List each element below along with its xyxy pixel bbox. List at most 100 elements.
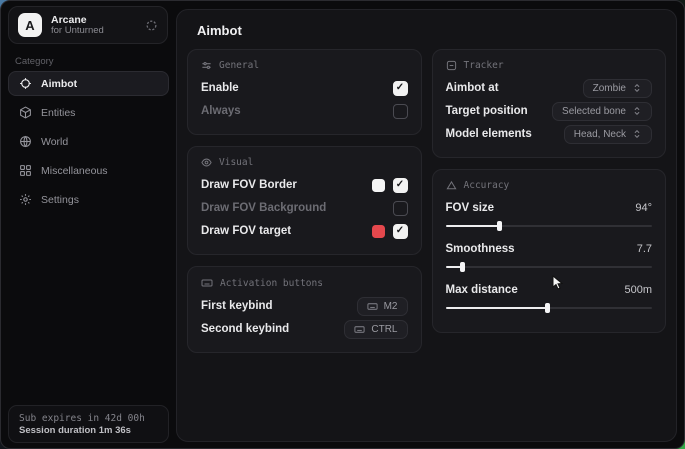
section-title: Activation buttons — [220, 278, 323, 289]
crosshair-icon — [19, 77, 32, 90]
setting-label: Enable — [201, 82, 239, 94]
setting-row-smoothness: Smoothness 7.7 — [446, 238, 653, 260]
smoothness-slider[interactable] — [446, 262, 653, 272]
setting-row-target-position: Target position Selected bone — [446, 100, 653, 122]
fov-target-checkbox[interactable] — [393, 224, 408, 239]
max-distance-value: 500m — [624, 284, 652, 296]
color-swatch-white[interactable] — [372, 179, 385, 192]
unfold-icon — [632, 106, 642, 116]
scan-icon — [446, 60, 457, 71]
first-keybind-button[interactable]: M2 — [357, 297, 408, 316]
model-elements-dropdown[interactable]: Head, Neck — [564, 125, 652, 144]
setting-row-fov-background: Draw FOV Background — [201, 197, 408, 219]
gear-icon — [19, 193, 32, 206]
sliders-icon — [201, 60, 212, 71]
dropdown-value: Head, Neck — [574, 129, 626, 140]
setting-row-second-keybind: Second keybind CTRL — [201, 318, 408, 340]
setting-row-always: Always — [201, 100, 408, 122]
setting-label: Draw FOV target — [201, 225, 291, 237]
sub-expiry-text: Sub expires in 42d 00h — [19, 413, 158, 424]
slider-fill — [446, 307, 547, 309]
fov-background-checkbox[interactable] — [393, 201, 408, 216]
setting-row-aimbot-at: Aimbot at Zombie — [446, 77, 653, 99]
dropdown-value: Zombie — [593, 83, 626, 94]
sidebar-nav: Aimbot Entities World Miscellaneous — [8, 71, 169, 212]
setting-label: Target position — [446, 105, 528, 117]
setting-label: Max distance — [446, 284, 518, 296]
sidebar-item-miscellaneous[interactable]: Miscellaneous — [8, 158, 169, 183]
smoothness-value: 7.7 — [637, 243, 652, 255]
app-title: Arcane — [51, 14, 136, 26]
slider-track — [446, 266, 653, 268]
setting-label: Aimbot at — [446, 82, 499, 94]
app-logo: A — [18, 13, 42, 37]
refresh-icon[interactable] — [145, 19, 158, 32]
sidebar-item-label: Aimbot — [41, 78, 77, 90]
slider-thumb[interactable] — [460, 262, 465, 272]
globe-icon — [19, 135, 32, 148]
setting-label: Model elements — [446, 128, 532, 140]
cube-icon — [19, 106, 32, 119]
dropdown-value: Selected bone — [562, 106, 626, 117]
sidebar-item-settings[interactable]: Settings — [8, 187, 169, 212]
keybind-value: M2 — [384, 301, 398, 312]
keyboard-icon — [201, 277, 213, 289]
setting-label: Smoothness — [446, 243, 515, 255]
category-label: Category — [15, 56, 54, 67]
setting-row-max-distance: Max distance 500m — [446, 279, 653, 301]
app-window: A Arcane for Unturned Category Aimbot — [0, 0, 685, 449]
tracker-card: Tracker Aimbot at Zombie Target position — [432, 49, 667, 158]
sidebar-item-label: World — [41, 136, 68, 148]
second-keybind-button[interactable]: CTRL — [344, 320, 407, 339]
main-panel: Aimbot General Enable Alw — [176, 9, 677, 442]
setting-row-fov-size: FOV size 94° — [446, 197, 653, 219]
unfold-icon — [632, 83, 642, 93]
eye-icon — [201, 157, 212, 168]
aimbot-at-dropdown[interactable]: Zombie — [583, 79, 652, 98]
general-card: General Enable Always — [187, 49, 422, 135]
fov-border-checkbox[interactable] — [393, 178, 408, 193]
grid-icon — [19, 164, 32, 177]
sidebar-item-label: Miscellaneous — [41, 165, 108, 177]
sidebar-item-label: Entities — [41, 107, 75, 119]
section-title: General — [219, 60, 259, 71]
visual-card: Visual Draw FOV Border Draw FOV Backgrou… — [187, 146, 422, 255]
sidebar-item-aimbot[interactable]: Aimbot — [8, 71, 169, 96]
color-swatch-red[interactable] — [372, 225, 385, 238]
section-title: Tracker — [464, 60, 504, 71]
unfold-icon — [632, 129, 642, 139]
max-distance-slider[interactable] — [446, 303, 653, 313]
sidebar-item-label: Settings — [41, 194, 79, 206]
session-duration-text: Session duration 1m 36s — [19, 425, 158, 436]
app-subtitle: for Unturned — [51, 26, 136, 37]
always-checkbox[interactable] — [393, 104, 408, 119]
setting-row-fov-target: Draw FOV target — [201, 220, 408, 242]
keyboard-icon — [354, 324, 365, 335]
target-position-dropdown[interactable]: Selected bone — [552, 102, 652, 121]
sidebar-item-world[interactable]: World — [8, 129, 169, 154]
sidebar: A Arcane for Unturned Category Aimbot — [1, 1, 176, 448]
setting-row-enable: Enable — [201, 77, 408, 99]
logo-card: A Arcane for Unturned — [8, 6, 168, 44]
subscription-status-card: Sub expires in 42d 00h Session duration … — [8, 405, 169, 443]
sidebar-item-entities[interactable]: Entities — [8, 100, 169, 125]
setting-row-model-elements: Model elements Head, Neck — [446, 123, 653, 145]
section-title: Visual — [219, 157, 253, 168]
accuracy-card: Accuracy FOV size 94° Smoothness 7.7 — [432, 169, 667, 333]
setting-label: Always — [201, 105, 241, 117]
keybind-value: CTRL — [371, 324, 397, 335]
enable-checkbox[interactable] — [393, 81, 408, 96]
setting-label: Draw FOV Border — [201, 179, 297, 191]
setting-label: FOV size — [446, 202, 495, 214]
slider-thumb[interactable] — [497, 221, 502, 231]
setting-label: First keybind — [201, 300, 273, 312]
setting-row-first-keybind: First keybind M2 — [201, 295, 408, 317]
setting-label: Second keybind — [201, 323, 289, 335]
page-title: Aimbot — [197, 23, 666, 38]
slider-fill — [446, 225, 500, 227]
slider-thumb[interactable] — [545, 303, 550, 313]
fov-size-slider[interactable] — [446, 221, 653, 231]
setting-label: Draw FOV Background — [201, 202, 326, 214]
keyboard-icon — [367, 301, 378, 312]
setting-row-fov-border: Draw FOV Border — [201, 174, 408, 196]
